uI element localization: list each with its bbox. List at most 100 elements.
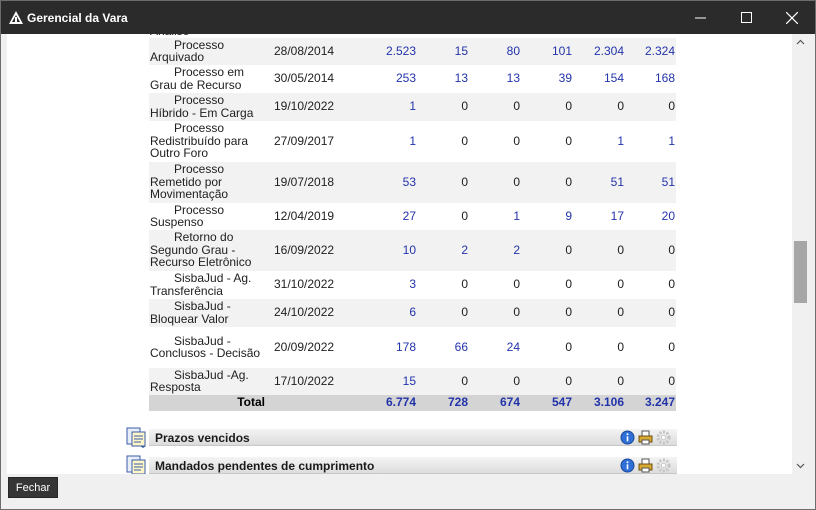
- total-value[interactable]: 674: [469, 394, 521, 411]
- date-cell: 19/07/2018: [273, 161, 349, 203]
- count-link[interactable]: 15: [349, 367, 417, 395]
- close-window-button[interactable]: [769, 1, 815, 34]
- table-row: Processo em Grau de Recurso 30/05/2014 253 1…: [149, 64, 676, 93]
- close-button[interactable]: Fechar: [8, 477, 58, 498]
- section-mandados-pendentes[interactable]: Mandados pendentes de cumprimento: [125, 454, 677, 474]
- table-row: SisbaJud - Ag. Transferência 31/10/2022 3 0 0…: [149, 270, 676, 299]
- count-cell: 0: [521, 326, 573, 368]
- count-link[interactable]: 1: [469, 202, 521, 230]
- count-cell: 0: [573, 367, 625, 395]
- count-link[interactable]: 80: [469, 37, 521, 65]
- section-header-bar[interactable]: Mandados pendentes de cumprimento: [149, 457, 677, 474]
- count-cell: 0: [469, 120, 521, 162]
- count-link[interactable]: 39: [521, 64, 573, 93]
- count-link[interactable]: 10: [349, 229, 417, 271]
- count-cell: 0: [625, 326, 676, 368]
- count-link[interactable]: 24: [469, 326, 521, 368]
- count-link[interactable]: 101: [521, 37, 573, 65]
- count-link[interactable]: 13: [417, 64, 469, 93]
- status-name-cell: SisbaJud -Ag. Resposta: [149, 367, 273, 395]
- count-link[interactable]: 1: [349, 92, 417, 121]
- count-cell: 0: [625, 298, 676, 327]
- status-name-rest: Redistribuído para Outro Foro: [150, 133, 249, 161]
- count-cell: 0: [573, 298, 625, 327]
- section-header-bar[interactable]: Prazos vencidos: [149, 429, 677, 446]
- count-cell: 0: [417, 161, 469, 203]
- scroll-down-button[interactable]: [792, 458, 809, 474]
- count-link[interactable]: 2.324: [625, 37, 676, 65]
- count-link[interactable]: 9: [521, 202, 573, 230]
- count-cell: 0: [521, 229, 573, 271]
- total-value[interactable]: 3.106: [573, 394, 625, 411]
- count-cell: 0: [573, 229, 625, 271]
- info-icon[interactable]: [620, 430, 635, 445]
- table-row: Retorno do Segundo Grau - Recurso Eletrôn…: [149, 229, 676, 271]
- status-name-rest: Remetido por Movimentação: [150, 174, 229, 202]
- table-row: Processo Híbrido - Em Carga 19/10/2022 1 0 0 0…: [149, 92, 676, 121]
- total-value[interactable]: 728: [417, 394, 469, 411]
- count-link[interactable]: 51: [573, 161, 625, 203]
- scroll-up-button[interactable]: [792, 34, 809, 50]
- count-link[interactable]: 27: [349, 202, 417, 230]
- count-link[interactable]: 20: [625, 202, 676, 230]
- count-link[interactable]: 1: [349, 120, 417, 162]
- count-cell: 0: [521, 298, 573, 327]
- report-document-icon: [126, 455, 146, 474]
- status-name-cell: Processo Híbrido - Em Carga: [149, 92, 273, 121]
- scroll-thumb[interactable]: [794, 241, 807, 303]
- total-value[interactable]: 3.247: [625, 394, 676, 411]
- count-link[interactable]: 168: [625, 64, 676, 93]
- count-link[interactable]: 2: [417, 229, 469, 271]
- count-link[interactable]: 1: [573, 120, 625, 162]
- date-cell: 20/09/2022: [273, 326, 349, 368]
- vertical-scrollbar[interactable]: [792, 34, 809, 474]
- count-link[interactable]: 253: [349, 64, 417, 93]
- count-link[interactable]: 15: [417, 37, 469, 65]
- count-link[interactable]: 2.304: [573, 37, 625, 65]
- count-link[interactable]: 1: [625, 120, 676, 162]
- total-value[interactable]: 547: [521, 394, 573, 411]
- footer-bar: Fechar: [1, 474, 815, 509]
- print-icon[interactable]: [638, 458, 653, 473]
- count-cell: 0: [469, 298, 521, 327]
- print-icon[interactable]: [638, 430, 653, 445]
- count-link[interactable]: 6: [349, 298, 417, 327]
- count-link[interactable]: 53: [349, 161, 417, 203]
- count-cell: 0: [521, 270, 573, 299]
- table-row: Processo Redistribuído para Outro Foro 27/…: [149, 120, 676, 162]
- count-link[interactable]: 51: [625, 161, 676, 203]
- count-link[interactable]: 2: [469, 229, 521, 271]
- status-name-cell: Processo Arquivado: [149, 37, 273, 65]
- section-title: Mandados pendentes de cumprimento: [155, 459, 375, 473]
- count-link[interactable]: 13: [469, 64, 521, 93]
- minimize-button[interactable]: [677, 1, 723, 34]
- report-content: AnáliseProcessoArquivado28/08/20142.5231…: [7, 34, 792, 474]
- total-value[interactable]: 6.774: [349, 394, 417, 411]
- count-link[interactable]: 178: [349, 326, 417, 368]
- count-link[interactable]: 17: [573, 202, 625, 230]
- status-name-rest: Híbrido - Em Carga: [150, 105, 254, 120]
- count-link[interactable]: 3: [349, 270, 417, 299]
- status-name-cell: Processo Redistribuído para Outro Foro: [149, 120, 273, 162]
- settings-gear-icon[interactable]: [656, 430, 671, 445]
- section-title: Prazos vencidos: [155, 431, 250, 445]
- count-link[interactable]: 66: [417, 326, 469, 368]
- date-cell: 16/09/2022: [273, 229, 349, 271]
- count-cell: 0: [521, 161, 573, 203]
- section-prazos-vencidos[interactable]: Prazos vencidos: [125, 426, 677, 448]
- table-row: Processo Suspenso 12/04/2019 27 0 1 9 17 20: [149, 202, 676, 230]
- status-name-cell: Processo Remetido por Movimentação: [149, 161, 273, 203]
- table-row: Processo Remetido por Movimentação 19/07/2…: [149, 161, 676, 203]
- status-name-cell: SisbaJud - Conclusos - Decisão: [149, 326, 273, 368]
- count-cell: 0: [521, 120, 573, 162]
- info-icon[interactable]: [620, 458, 635, 473]
- title-bar[interactable]: Gerencial da Vara: [1, 1, 815, 34]
- count-link[interactable]: 2.523: [349, 37, 417, 65]
- settings-gear-icon[interactable]: [656, 458, 671, 473]
- section-actions: [620, 430, 671, 445]
- maximize-button[interactable]: [723, 1, 769, 34]
- count-link[interactable]: 154: [573, 64, 625, 93]
- status-name-rest: Segundo Grau - Recurso Eletrônico: [150, 242, 252, 270]
- count-cell: 0: [625, 367, 676, 395]
- window-title: Gerencial da Vara: [27, 11, 128, 25]
